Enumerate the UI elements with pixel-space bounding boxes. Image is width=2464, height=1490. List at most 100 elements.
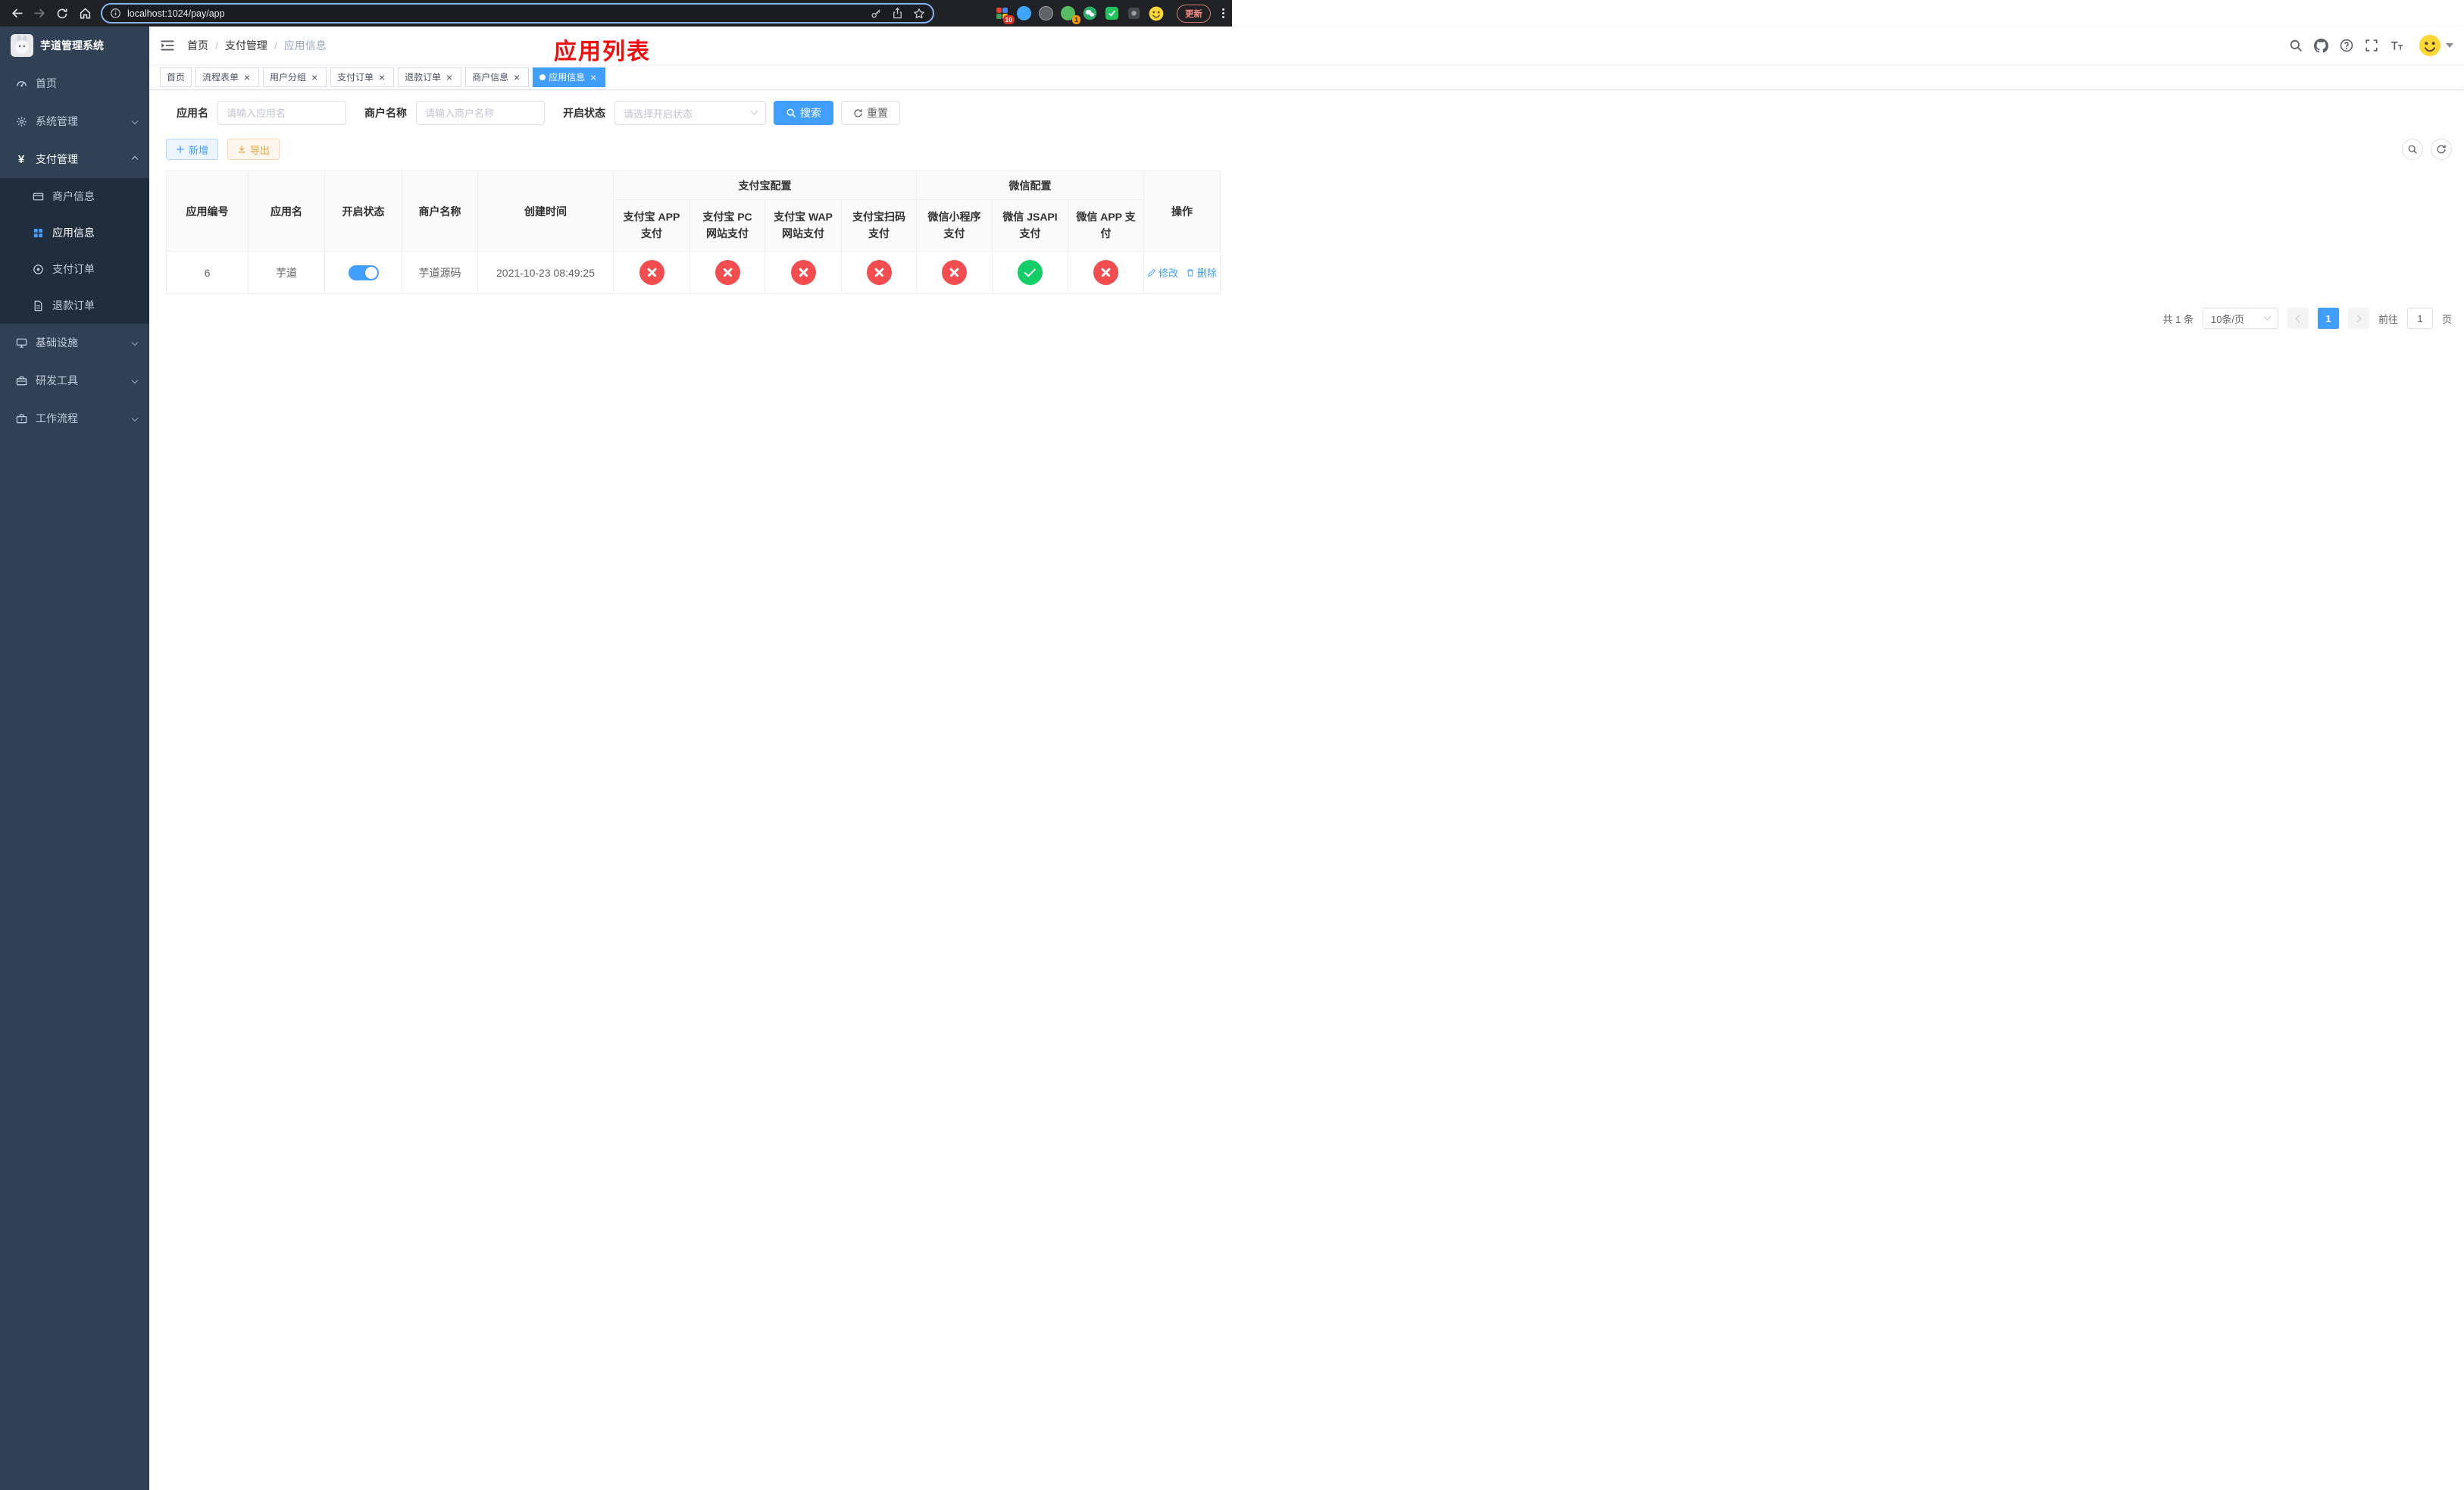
sidebar-item-refund-order[interactable]: 退款订单 [0,287,149,324]
sidebar-item-dev-tools[interactable]: 研发工具 [0,362,149,399]
channel-status-cell [613,251,690,294]
site-info-icon[interactable] [110,8,121,19]
reset-button[interactable]: 重置 [841,101,900,125]
sidebar-item-infrastructure[interactable]: 基础设施 [0,324,149,362]
font-size-icon[interactable] [2390,39,2404,53]
home-icon[interactable] [74,3,95,24]
close-icon[interactable]: × [588,72,599,83]
extension-badge: 10 [1002,14,1015,24]
status-select[interactable]: 请选择开启状态 [614,101,766,125]
cell-merchant: 芋道源码 [402,251,478,294]
address-bar[interactable]: localhost:1024/pay/app [101,3,934,23]
reload-icon[interactable] [52,3,73,24]
cell-app-name: 芋道 [248,251,325,294]
sidebar-item-app-info[interactable]: 应用信息 [0,214,149,251]
goto-page-input[interactable] [2406,308,2433,329]
extension-drop-icon[interactable] [1016,5,1032,21]
extension-puzzle-icon[interactable] [1126,5,1142,21]
search-icon[interactable] [2289,39,2303,52]
sidebar-item-label: 系统管理 [36,115,78,127]
extensions-cluster: 10 1 更新 [994,4,1224,24]
sidebar-item-pay-order[interactable]: 支付订单 [0,251,149,287]
column-header-app-name: 应用名 [248,171,325,252]
search-button[interactable]: 搜索 [774,101,833,125]
sidebar-item-merchant-info[interactable]: 商户信息 [0,178,149,214]
browser-update-button[interactable]: 更新 [1177,4,1211,23]
tab-pay-order[interactable]: 支付订单 × [330,67,395,87]
next-page-button[interactable] [2347,308,2369,329]
delete-link[interactable]: 删除 [1186,265,1217,280]
edit-link[interactable]: 修改 [1147,265,1178,280]
extension-green-square-icon[interactable] [1104,5,1120,21]
browser-menu-icon[interactable] [1222,8,1224,18]
tab-home[interactable]: 首页 [160,67,192,87]
status-toggle[interactable] [348,265,379,280]
sidebar-item-home[interactable]: 首页 [0,64,149,102]
merchant-name-input[interactable] [416,101,545,125]
extension-avatar-icon[interactable]: 1 [1060,5,1080,24]
share-icon[interactable] [892,8,903,19]
sidebar-item-workflow[interactable]: 工作流程 [0,399,149,437]
close-icon[interactable]: × [511,72,522,83]
export-button[interactable]: 导出 [227,139,280,160]
page-size-select[interactable]: 10条/页 [2202,308,2278,329]
close-icon[interactable]: × [309,72,320,83]
card-icon [32,191,44,202]
tab-label: 商户信息 [472,72,509,83]
close-icon[interactable]: × [377,72,387,83]
column-group-alipay: 支付宝配置 [613,171,917,200]
refresh-button[interactable] [2431,139,2452,160]
close-icon[interactable]: × [444,72,455,83]
app-name-input[interactable] [217,101,346,125]
tab-label: 支付订单 [337,72,374,83]
breadcrumb-home[interactable]: 首页 [187,38,208,53]
current-page-button[interactable]: 1 [2317,308,2339,329]
sidebar-item-payment[interactable]: ¥ 支付管理 [0,140,149,178]
extension-grid-icon[interactable]: 10 [994,5,1015,24]
extension-emoji-icon[interactable] [1148,5,1164,21]
password-key-icon[interactable] [871,8,882,19]
tab-process-form[interactable]: 流程表单 × [195,67,260,87]
extension-badge: 1 [1072,14,1080,24]
breadcrumb-payment[interactable]: 支付管理 [225,38,267,53]
monitor-icon [15,337,27,349]
sidebar-item-system[interactable]: 系统管理 [0,102,149,140]
chevron-down-icon [131,377,139,384]
filter-bar: 应用名 商户名称 开启状态 请选择开启状态 搜索 重置 [177,101,2452,125]
tab-merchant-info[interactable]: 商户信息 × [465,67,530,87]
extension-dark-icon[interactable] [1038,5,1054,21]
prev-page-button[interactable] [2287,308,2309,329]
caret-down-icon [2446,43,2453,48]
extension-wechat-icon[interactable] [1082,5,1098,21]
app-logo [11,34,33,57]
tab-refund-order[interactable]: 退款订单 × [398,67,462,87]
add-button[interactable]: 新增 [166,139,219,160]
channel-status-cell [916,251,993,294]
column-header-channel: 支付宝扫码支付 [841,199,917,252]
add-button-label: 新增 [189,144,209,156]
back-icon[interactable] [6,3,27,24]
help-icon[interactable] [2340,39,2353,52]
search-button-label: 搜索 [800,107,821,119]
tab-label: 用户分组 [270,72,307,83]
yen-icon: ¥ [17,152,25,166]
sidebar-item-label: 工作流程 [36,412,78,424]
tab-label: 流程表单 [202,72,239,83]
toggle-search-button[interactable] [2402,139,2423,160]
bookmark-star-icon[interactable] [913,8,925,20]
gauge-icon [15,78,27,89]
column-header-created: 创建时间 [477,171,614,252]
sidebar-logo-row[interactable]: 芋道管理系统 [0,27,149,64]
forward-icon[interactable] [29,3,50,24]
tab-app-info[interactable]: 应用信息 × [533,67,606,87]
github-icon[interactable] [2314,38,2328,53]
user-menu[interactable] [2419,34,2453,57]
fullscreen-icon[interactable] [2365,39,2378,52]
url-text[interactable]: localhost:1024/pay/app [127,8,225,19]
sidebar-fold-icon[interactable] [160,38,175,53]
tab-user-group[interactable]: 用户分组 × [263,67,327,87]
sidebar: 芋道管理系统 首页系统管理 ¥ 支付管理 商户信息 应用信息 支付订单 退款订单 基础设施 研发… [0,27,149,1490]
app-name-label: 应用名 [177,107,208,119]
breadcrumb: 首页 / 支付管理 / 应用信息 [187,38,327,53]
close-icon[interactable]: × [242,72,252,83]
